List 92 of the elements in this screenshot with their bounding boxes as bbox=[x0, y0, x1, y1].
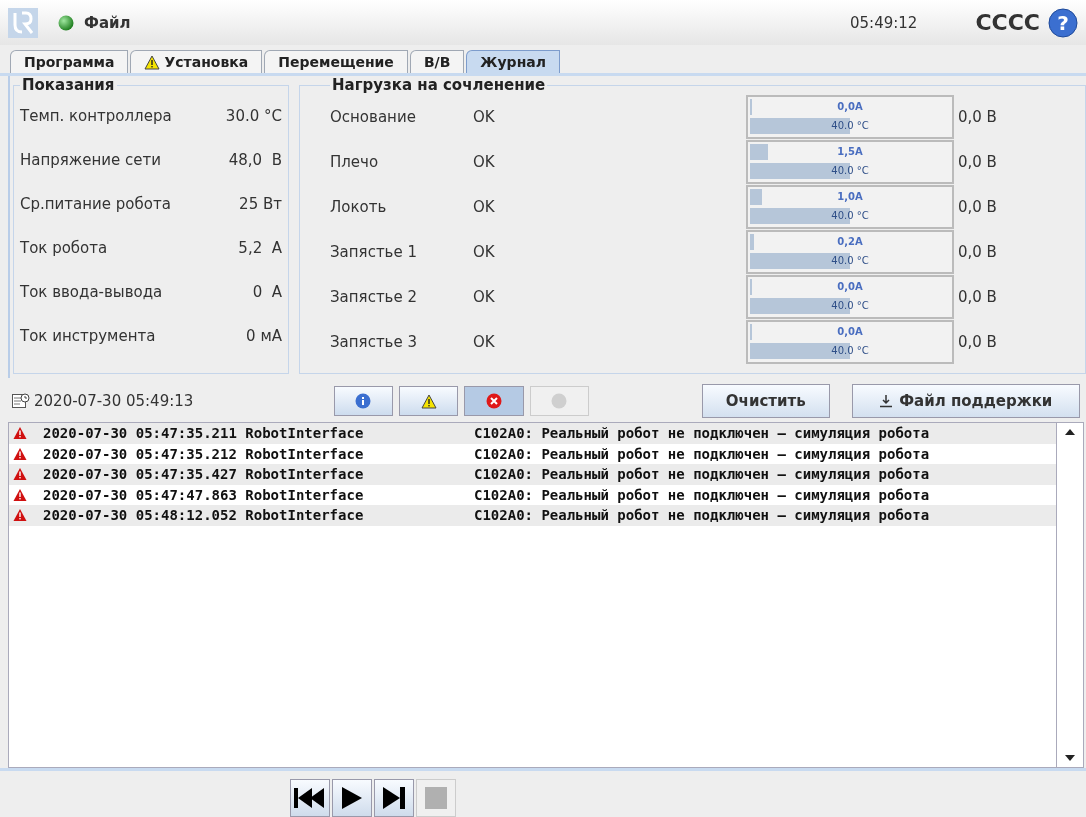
log-entry-message: C102A0: Реальный робот не подключен – симуляция робота bbox=[474, 486, 930, 503]
joint-name: Запястье 1 bbox=[330, 242, 418, 261]
tab[interactable]: В/В bbox=[409, 50, 465, 73]
current-reading: 0,0A bbox=[836, 325, 864, 339]
error-icon bbox=[13, 426, 27, 441]
log-entry-message: C102A0: Реальный робот не подключен – симуляция робота bbox=[474, 445, 930, 462]
joint-status: OK bbox=[473, 107, 496, 126]
file-menu[interactable]: Файл bbox=[84, 13, 131, 32]
log-timestamp: 2020-07-30 05:49:13 bbox=[34, 392, 194, 410]
panel-title: Показания bbox=[21, 76, 116, 94]
joint-name: Плечо bbox=[330, 152, 380, 171]
joint-status: OK bbox=[473, 332, 496, 351]
joint-voltage: 0,0 В bbox=[958, 197, 997, 216]
current-reading: 1,0A bbox=[836, 190, 864, 204]
scroll-down-icon[interactable] bbox=[1065, 755, 1075, 761]
tab[interactable]: Установка bbox=[130, 50, 263, 73]
reading-value: 0 мА bbox=[246, 327, 282, 345]
stop-icon bbox=[425, 787, 447, 809]
play-icon bbox=[341, 786, 363, 810]
error-icon bbox=[13, 487, 27, 502]
joint-status: OK bbox=[473, 197, 496, 216]
playback-button[interactable] bbox=[374, 779, 414, 817]
joint-voltage: 0,0 В bbox=[958, 152, 997, 171]
joint-name: Запястье 3 bbox=[330, 332, 418, 351]
playback-button[interactable] bbox=[332, 779, 372, 817]
log-entry-source: 2020-07-30 05:47:35.212 RobotInterface bbox=[43, 445, 365, 462]
log-calendar-icon bbox=[12, 393, 30, 409]
temperature-reading: 40.0 °C bbox=[830, 209, 870, 223]
joint-name: Локоть bbox=[330, 197, 388, 216]
status-globe-icon bbox=[58, 14, 74, 31]
error-icon bbox=[13, 467, 27, 482]
joint-voltage: 0,0 В bbox=[958, 242, 997, 261]
temperature-reading: 40.0 °C bbox=[830, 254, 870, 268]
tab[interactable]: Программа bbox=[10, 50, 129, 73]
warning-icon bbox=[144, 54, 161, 70]
joint-voltage: 0,0 В bbox=[958, 107, 997, 126]
step-forward-icon bbox=[382, 786, 406, 810]
reading-value: 0 А bbox=[252, 283, 282, 301]
clear-button[interactable]: Очистить bbox=[701, 384, 830, 418]
log-entry-message: C102A0: Реальный робот не подключен – симуляция робота bbox=[474, 507, 930, 524]
temperature-reading: 40.0 °C bbox=[830, 344, 870, 358]
log-entry-source: 2020-07-30 05:47:35.427 RobotInterface bbox=[43, 466, 365, 483]
reading-label: Темп. контроллера bbox=[20, 107, 172, 125]
reading-label: Ток инструмента bbox=[20, 327, 156, 345]
joint-status: OK bbox=[473, 287, 496, 306]
current-reading: 1,5A bbox=[836, 145, 864, 159]
current-reading: 0,0A bbox=[836, 100, 864, 114]
support-file-button[interactable]: Файл поддержки bbox=[851, 384, 1080, 418]
log-filter-button[interactable] bbox=[464, 386, 524, 416]
reading-value: 5,2 А bbox=[238, 239, 282, 257]
tab[interactable]: Журнал bbox=[466, 50, 560, 73]
temperature-reading: 40.0 °C bbox=[830, 119, 870, 133]
error-icon bbox=[13, 446, 27, 461]
log-entry-source: 2020-07-30 05:48:12.052 RobotInterface bbox=[43, 507, 365, 524]
robot-name: CCCC bbox=[975, 10, 1040, 35]
clock-time: 05:49:12 bbox=[850, 13, 918, 32]
joint-voltage: 0,0 В bbox=[958, 332, 997, 351]
reading-value: 30.0 °C bbox=[225, 107, 282, 125]
reading-label: Ток ввода-вывода bbox=[20, 283, 163, 301]
joint-status: OK bbox=[473, 242, 496, 261]
circle-icon bbox=[551, 393, 568, 409]
skip-back-icon bbox=[294, 787, 326, 809]
joint-voltage: 0,0 В bbox=[958, 287, 997, 306]
playback-button[interactable] bbox=[290, 779, 330, 817]
temperature-reading: 40.0 °C bbox=[830, 164, 870, 178]
joint-status: OK bbox=[473, 152, 496, 171]
scroll-up-icon[interactable] bbox=[1065, 429, 1075, 435]
current-reading: 0,2A bbox=[836, 235, 864, 249]
joint-name: Запястье 2 bbox=[330, 287, 418, 306]
log-entry-message: C102A0: Реальный робот не подключен – симуляция робота bbox=[474, 466, 930, 483]
reading-label: Ток робота bbox=[20, 239, 108, 257]
error-icon bbox=[13, 508, 27, 523]
tab[interactable]: Перемещение bbox=[264, 50, 408, 73]
log-entry-source: 2020-07-30 05:47:35.211 RobotInterface bbox=[43, 425, 365, 442]
reading-label: Ср.питание робота bbox=[20, 195, 171, 213]
help-icon[interactable]: ? bbox=[1048, 7, 1078, 38]
error-icon bbox=[485, 393, 502, 409]
temperature-reading: 40.0 °C bbox=[830, 299, 870, 313]
logo-icon bbox=[8, 7, 38, 38]
reading-label: Напряжение сети bbox=[20, 151, 162, 169]
joint-name: Основание bbox=[330, 107, 417, 126]
log-filter-button[interactable] bbox=[398, 386, 459, 416]
log-entry-message: C102A0: Реальный робот не подключен – симуляция робота bbox=[474, 425, 930, 442]
current-reading: 0,0A bbox=[836, 280, 864, 294]
warning-icon bbox=[420, 393, 437, 409]
log-filter-button[interactable] bbox=[333, 386, 393, 416]
reading-value: 48,0 В bbox=[228, 151, 282, 169]
info-icon bbox=[355, 393, 372, 409]
log-entry-source: 2020-07-30 05:47:47.863 RobotInterface bbox=[43, 486, 365, 503]
download-icon bbox=[879, 394, 894, 408]
reading-value: 25 Вт bbox=[239, 195, 282, 213]
panel-title: Нагрузка на сочленение bbox=[331, 76, 547, 94]
